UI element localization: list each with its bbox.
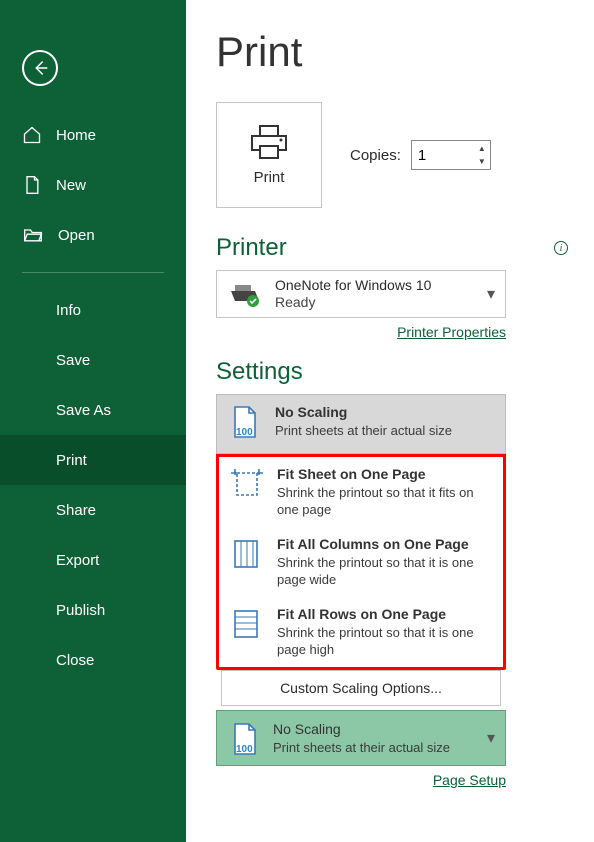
copies-control: Copies: ▲ ▼	[350, 140, 491, 170]
scaling-option-no-scaling[interactable]: 100 No Scaling Print sheets at their act…	[216, 394, 506, 454]
printer-large-icon	[249, 125, 289, 159]
option-texts: Fit All Columns on One Page Shrink the p…	[277, 535, 493, 589]
custom-scaling-options[interactable]: Custom Scaling Options...	[221, 670, 501, 706]
scaling-menu: 100 No Scaling Print sheets at their act…	[216, 394, 506, 788]
sidebar-label: Info	[56, 302, 81, 319]
settings-heading-text: Settings	[216, 358, 303, 386]
fit-rows-icon	[229, 607, 263, 641]
sidebar-item-save[interactable]: Save	[0, 335, 186, 385]
page-100-icon: 100	[227, 722, 261, 756]
copies-label: Copies:	[350, 147, 401, 164]
sidebar-item-new[interactable]: New	[0, 160, 186, 210]
copies-increment[interactable]: ▲	[476, 142, 488, 155]
sidebar-item-home[interactable]: Home	[0, 110, 186, 160]
sidebar-item-open[interactable]: Open	[0, 210, 186, 260]
scaling-option-fit-columns[interactable]: Fit All Columns on One Page Shrink the p…	[219, 527, 503, 597]
copies-input[interactable]	[412, 141, 472, 169]
scaling-option-fit-sheet[interactable]: Fit Sheet on One Page Shrink the printou…	[219, 457, 503, 527]
dropdown-title: No Scaling	[273, 720, 450, 739]
option-desc: Shrink the printout so that it is one pa…	[277, 624, 493, 659]
option-title: Fit All Rows on One Page	[277, 605, 493, 624]
settings-heading: Settings	[216, 358, 568, 386]
printer-name: OneNote for Windows 10	[275, 277, 431, 295]
sidebar-label: Home	[56, 127, 96, 144]
option-texts: Fit All Rows on One Page Shrink the prin…	[277, 605, 493, 659]
secondary-nav: Info Save Save As Print Share Export Pub…	[0, 285, 186, 685]
sidebar-item-info[interactable]: Info	[0, 285, 186, 335]
option-desc: Print sheets at their actual size	[275, 422, 452, 440]
back-arrow-icon	[31, 59, 49, 77]
sidebar-label: Close	[56, 652, 94, 669]
page-setup-link[interactable]: Page Setup	[216, 772, 506, 788]
chevron-down-icon: ▾	[487, 284, 495, 304]
sidebar-label: Open	[58, 227, 95, 244]
fit-columns-icon	[229, 537, 263, 571]
sidebar-label: Export	[56, 552, 99, 569]
copies-spinner[interactable]: ▲ ▼	[411, 140, 491, 170]
option-title: Fit Sheet on One Page	[277, 465, 493, 484]
home-icon	[22, 125, 42, 145]
page-100-icon: 100	[227, 405, 261, 439]
option-desc: Shrink the printout so that it is one pa…	[277, 554, 493, 589]
option-texts: No Scaling Print sheets at their actual …	[273, 720, 450, 756]
sidebar-label: Share	[56, 502, 96, 519]
option-texts: No Scaling Print sheets at their actual …	[275, 403, 452, 439]
sidebar-item-export[interactable]: Export	[0, 535, 186, 585]
sidebar-label: New	[56, 177, 86, 194]
option-title: Fit All Columns on One Page	[277, 535, 493, 554]
scaling-option-fit-rows[interactable]: Fit All Rows on One Page Shrink the prin…	[219, 597, 503, 667]
print-button[interactable]: Print	[216, 102, 322, 208]
sidebar-item-saveas[interactable]: Save As	[0, 385, 186, 435]
printer-status: Ready	[275, 294, 431, 312]
svg-text:100: 100	[236, 744, 253, 755]
copies-decrement[interactable]: ▼	[476, 155, 488, 168]
back-button[interactable]	[22, 50, 58, 86]
print-button-label: Print	[254, 169, 285, 186]
fit-sheet-icon	[229, 467, 263, 501]
printer-properties-link[interactable]: Printer Properties	[216, 324, 506, 340]
printer-heading-text: Printer	[216, 234, 287, 262]
info-icon[interactable]: i	[554, 241, 568, 255]
chevron-down-icon: ▾	[487, 728, 495, 748]
highlighted-options-box: Fit Sheet on One Page Shrink the printou…	[216, 454, 506, 670]
option-desc: Shrink the printout so that it fits on o…	[277, 484, 493, 519]
sidebar-item-publish[interactable]: Publish	[0, 585, 186, 635]
primary-nav: Home New Open	[0, 110, 186, 260]
sidebar-divider	[22, 272, 164, 273]
dropdown-desc: Print sheets at their actual size	[273, 739, 450, 757]
sidebar-item-share[interactable]: Share	[0, 485, 186, 535]
new-icon	[22, 175, 42, 195]
sidebar-label: Save As	[56, 402, 111, 419]
printer-info: OneNote for Windows 10 Ready	[275, 277, 431, 312]
sidebar-label: Save	[56, 352, 90, 369]
sidebar-label: Print	[56, 452, 87, 469]
option-texts: Fit Sheet on One Page Shrink the printou…	[277, 465, 493, 519]
option-title: No Scaling	[275, 403, 452, 422]
printer-heading: Printer i	[216, 234, 568, 262]
sidebar-label: Publish	[56, 602, 105, 619]
print-panel: Print Print Copies: ▲ ▼ Printer i	[186, 0, 594, 842]
sidebar-item-close[interactable]: Close	[0, 635, 186, 685]
backstage-sidebar: Home New Open Info Save Save As Print Sh…	[0, 0, 186, 842]
printer-dropdown[interactable]: OneNote for Windows 10 Ready ▾	[216, 270, 506, 318]
printer-status-icon	[227, 281, 263, 307]
svg-text:100: 100	[236, 427, 253, 438]
spinner-buttons: ▲ ▼	[476, 142, 488, 168]
open-icon	[22, 225, 44, 245]
print-controls-row: Print Copies: ▲ ▼	[216, 102, 568, 208]
scaling-dropdown[interactable]: 100 No Scaling Print sheets at their act…	[216, 710, 506, 766]
sidebar-item-print[interactable]: Print	[0, 435, 186, 485]
page-title: Print	[216, 28, 568, 76]
